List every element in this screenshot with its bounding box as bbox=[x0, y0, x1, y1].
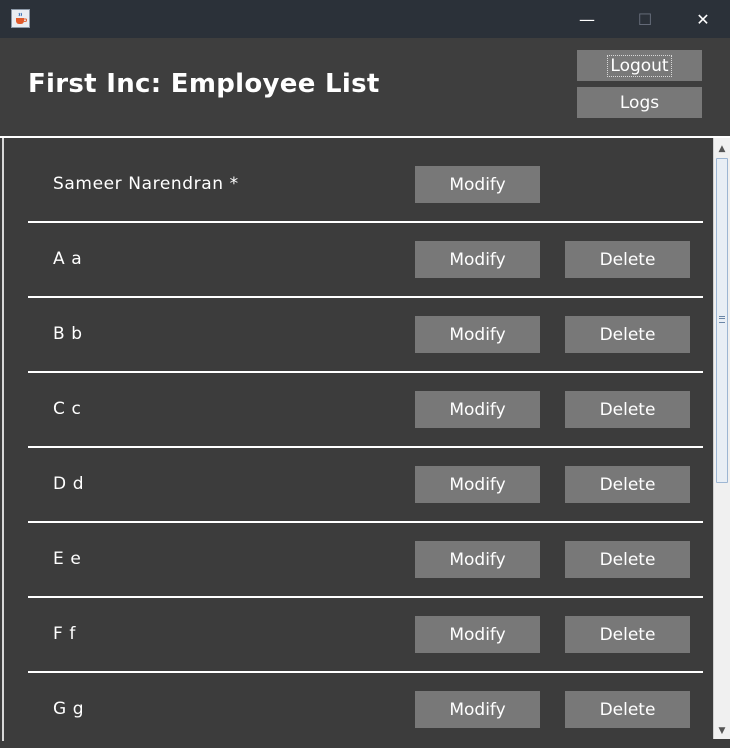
grip-icon bbox=[719, 316, 725, 323]
employee-row: D d Modify Delete bbox=[28, 448, 703, 523]
delete-button[interactable]: Delete bbox=[565, 241, 690, 278]
logout-button[interactable]: Logout bbox=[577, 50, 702, 81]
minimize-button[interactable]: — bbox=[558, 0, 616, 38]
logs-button[interactable]: Logs bbox=[577, 87, 702, 118]
header-panel: First Inc: Employee List Logout Logs bbox=[0, 38, 730, 136]
page-title: First Inc: Employee List bbox=[28, 69, 380, 99]
employee-name: G g bbox=[53, 699, 85, 719]
modify-button[interactable]: Modify bbox=[415, 466, 540, 503]
vertical-scrollbar[interactable]: ▲ ▼ bbox=[713, 138, 730, 739]
employee-list: Sameer Narendran * Modify A a Modify Del… bbox=[0, 136, 730, 741]
logout-label: Logout bbox=[607, 54, 672, 77]
employee-name: Sameer Narendran * bbox=[53, 174, 239, 194]
employee-row: F f Modify Delete bbox=[28, 598, 703, 673]
logs-label: Logs bbox=[619, 92, 660, 113]
employee-name: C c bbox=[53, 399, 82, 419]
employee-row: B b Modify Delete bbox=[28, 298, 703, 373]
employee-name: B b bbox=[53, 324, 83, 344]
employee-row: G g Modify Delete bbox=[28, 673, 703, 748]
employee-name: F f bbox=[53, 624, 76, 644]
modify-button[interactable]: Modify bbox=[415, 691, 540, 728]
employee-row: Sameer Narendran * Modify bbox=[28, 148, 703, 223]
delete-button[interactable]: Delete bbox=[565, 316, 690, 353]
scrollbar-thumb[interactable] bbox=[716, 158, 728, 483]
employee-name: E e bbox=[53, 549, 82, 569]
java-cup-icon bbox=[11, 9, 30, 28]
delete-button[interactable]: Delete bbox=[565, 616, 690, 653]
modify-button[interactable]: Modify bbox=[415, 616, 540, 653]
modify-button[interactable]: Modify bbox=[415, 241, 540, 278]
employee-row: E e Modify Delete bbox=[28, 523, 703, 598]
delete-button[interactable]: Delete bbox=[565, 391, 690, 428]
delete-button[interactable]: Delete bbox=[565, 691, 690, 728]
window-titlebar: — ☐ ✕ bbox=[0, 0, 730, 38]
employee-name: D d bbox=[53, 474, 85, 494]
modify-button[interactable]: Modify bbox=[415, 316, 540, 353]
close-icon: ✕ bbox=[696, 9, 710, 29]
modify-button[interactable]: Modify bbox=[415, 166, 540, 203]
modify-button[interactable]: Modify bbox=[415, 541, 540, 578]
minimize-icon: — bbox=[579, 9, 595, 29]
delete-button[interactable]: Delete bbox=[565, 541, 690, 578]
close-button[interactable]: ✕ bbox=[674, 0, 730, 38]
maximize-icon: ☐ bbox=[637, 9, 653, 29]
maximize-button[interactable]: ☐ bbox=[616, 0, 674, 38]
employee-name: A a bbox=[53, 249, 83, 269]
chevron-down-icon[interactable]: ▼ bbox=[714, 722, 730, 739]
employee-row: A a Modify Delete bbox=[28, 223, 703, 298]
delete-button[interactable]: Delete bbox=[565, 466, 690, 503]
chevron-up-icon[interactable]: ▲ bbox=[714, 140, 730, 157]
modify-button[interactable]: Modify bbox=[415, 391, 540, 428]
employee-row: C c Modify Delete bbox=[28, 373, 703, 448]
